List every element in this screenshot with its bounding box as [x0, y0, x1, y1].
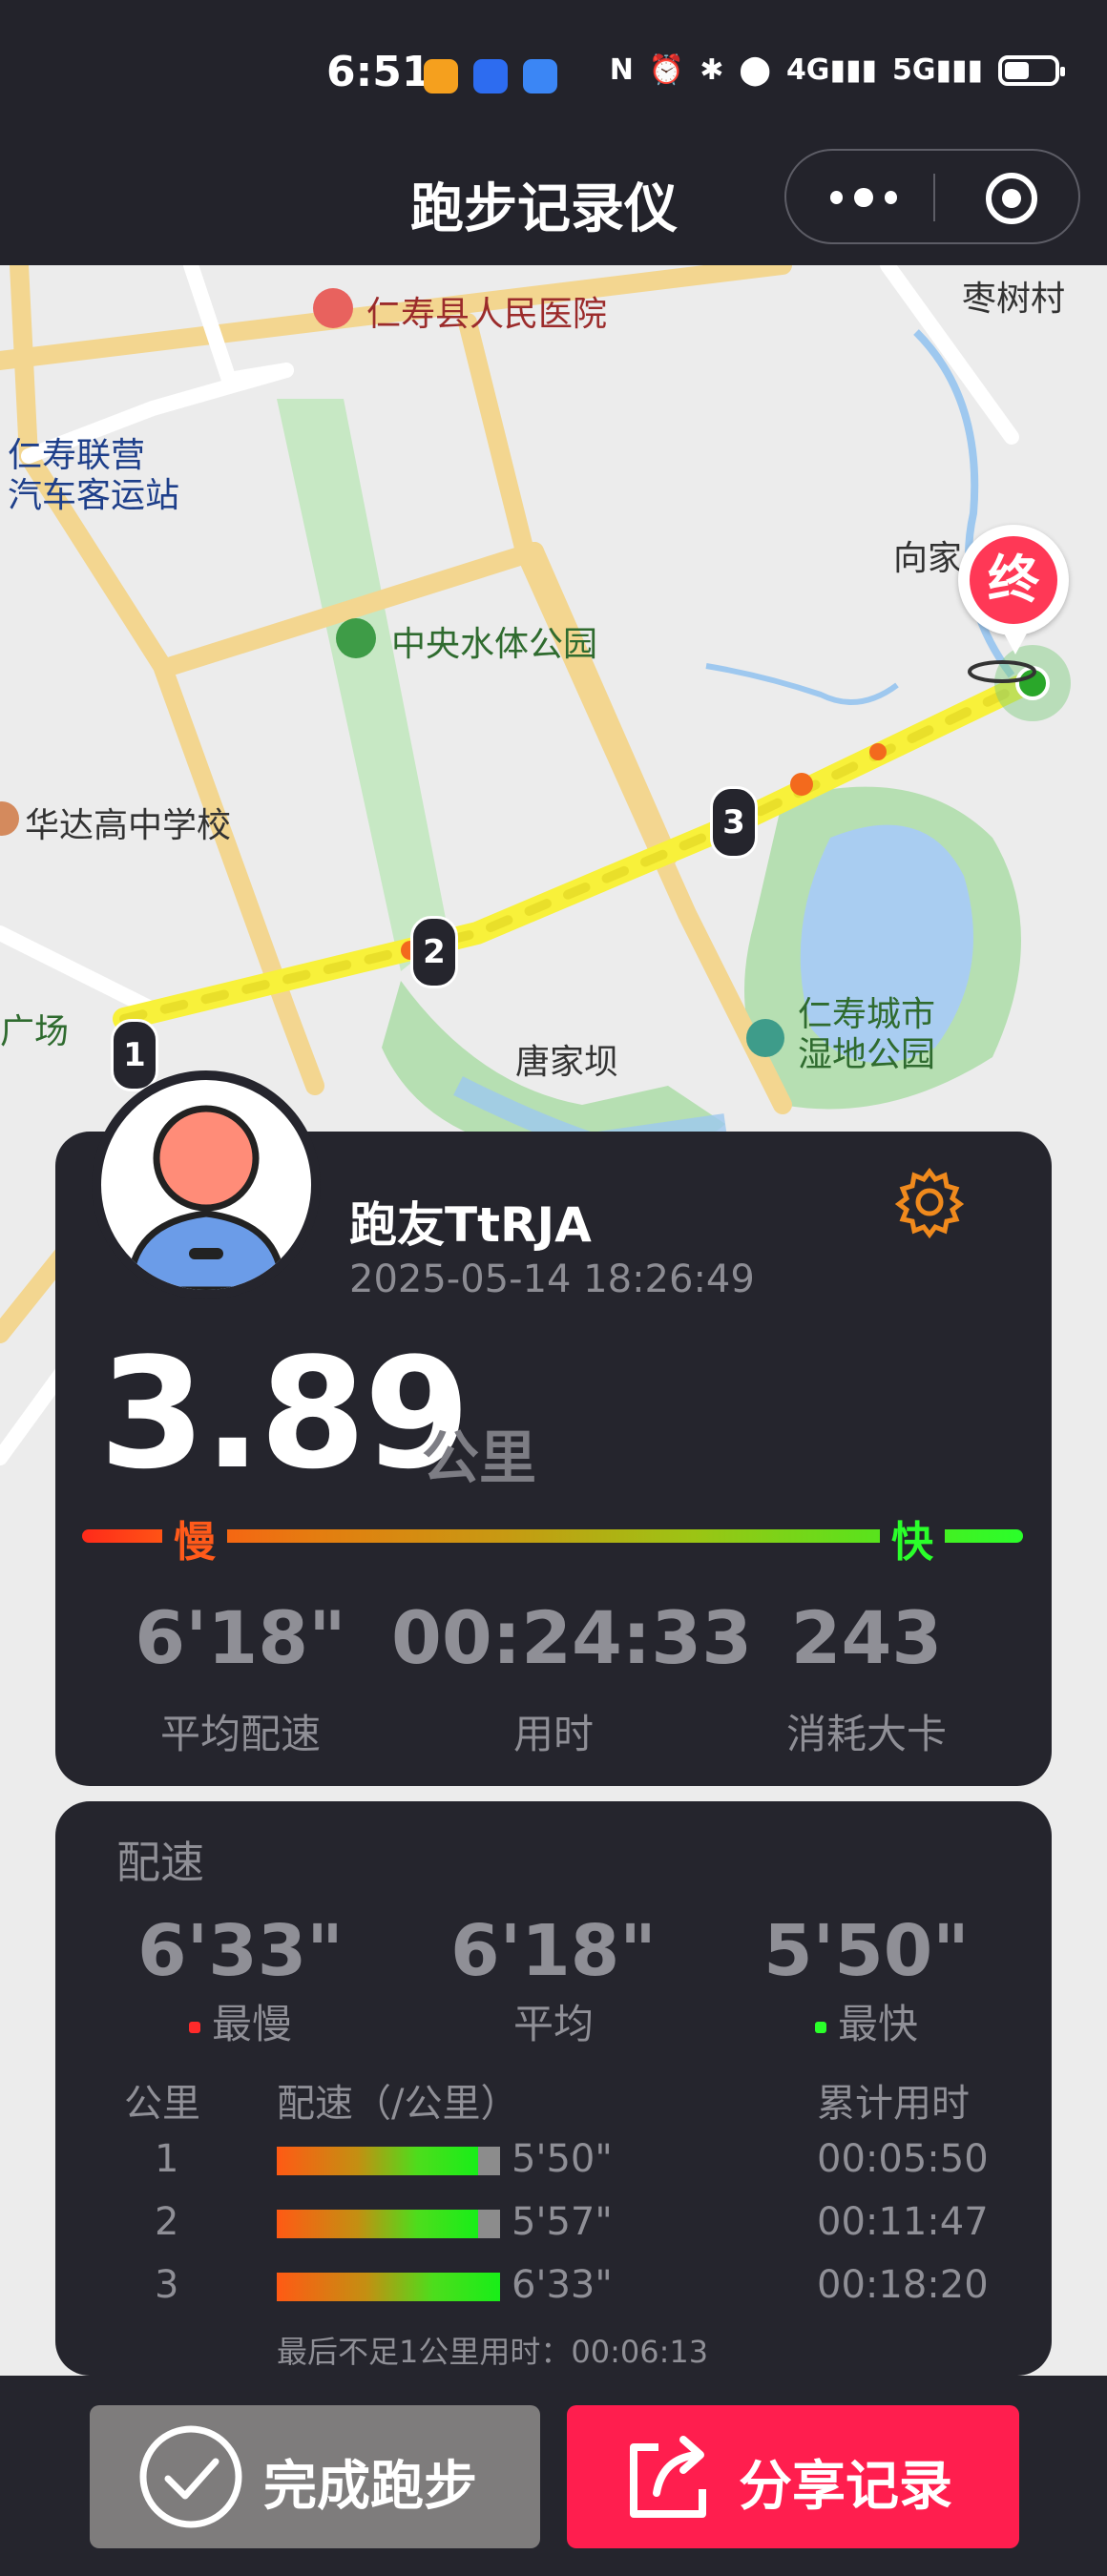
split-row-1-bar-fill: [277, 2147, 478, 2175]
map-label-bus-station-2: 汽车客运站: [8, 476, 180, 515]
username: 跑友TtRJA: [349, 1197, 592, 1253]
notification-app-icon-1: [424, 59, 458, 93]
map-label-plaza: 广场: [0, 1012, 70, 1051]
calories-value: 243: [790, 1595, 943, 1680]
avg-pace-label: 平均配速: [159, 1711, 321, 1757]
map-label-village: 枣树村: [962, 280, 1066, 319]
signal-4g-icon: 4G▮▮▮: [785, 53, 877, 87]
more-dots-icon[interactable]: [830, 183, 898, 212]
header-pace: 配速（/公里）: [277, 2082, 519, 2126]
mini-program-capsule: [784, 149, 1080, 244]
split-row-2-cumulative: 00:11:47: [817, 2200, 989, 2244]
slow-label: 慢: [162, 1507, 227, 1568]
pace-title: 配速: [116, 1837, 204, 1888]
slowest-pace-value: 6'33": [137, 1910, 344, 1992]
finish-run-button[interactable]: 完成跑步: [90, 2405, 540, 2548]
average-pace-value: 6'18": [450, 1910, 657, 1992]
fastest-dot: [814, 2021, 826, 2033]
target-icon[interactable]: [983, 170, 1040, 227]
map-label-hospital: 仁寿县人民医院: [366, 295, 608, 334]
user-avatar-icon: [126, 1105, 286, 1290]
split-row-2-bar-fill: [277, 2210, 478, 2238]
share-record-label: 分享记录: [739, 2456, 952, 2518]
alarm-icon: ⏰: [648, 53, 685, 87]
km-marker-3: 3: [710, 786, 758, 859]
split-row-2-bar: [277, 2210, 500, 2238]
map-label-xiangjia: 向家: [893, 539, 963, 578]
header-km: 公里: [124, 2082, 200, 2126]
split-row-1-cumulative: 00:05:50: [817, 2137, 989, 2181]
km-marker-2: 2: [410, 916, 458, 988]
map-label-tangjiaba: 唐家坝: [515, 1043, 619, 1082]
fastest-pace-label: 最快: [752, 1992, 981, 2050]
split-row-3-bar-fill: [277, 2273, 500, 2301]
status-bar: 6:51 N ⏰ ✱ ⬤ 4G▮▮▮ 5G▮▮▮: [0, 0, 1107, 143]
gear-icon[interactable]: [893, 1166, 966, 1238]
status-time: 6:51: [326, 48, 431, 96]
calories-label: 消耗大卡: [785, 1711, 947, 1757]
average-pace-label: 平均: [512, 2001, 594, 2047]
end-marker-label: 终: [970, 536, 1057, 624]
finish-run-label: 完成跑步: [263, 2456, 477, 2518]
end-marker-pointer: [1002, 630, 1029, 654]
end-marker: 终: [958, 525, 1069, 635]
signal-5g-icon: 5G▮▮▮: [891, 53, 983, 87]
map-label-wetland-2: 湿地公园: [798, 1035, 936, 1074]
avg-pace-value: 6'18": [135, 1595, 346, 1680]
split-row-3-km: 3: [155, 2263, 179, 2307]
map-label-school: 华达高中学校: [25, 806, 232, 845]
duration-label: 用时: [512, 1711, 594, 1757]
bluetooth-icon: ✱: [700, 53, 724, 87]
split-row-1-bar: [277, 2147, 500, 2175]
notification-app-icon-2: [473, 59, 508, 93]
split-row-3-bar: [277, 2273, 500, 2301]
split-row-1-pace: 5'50": [512, 2137, 613, 2181]
hospital-icon: [313, 288, 353, 328]
fastest-pace-value: 5'50": [763, 1910, 970, 1992]
scenic-icon: [746, 1019, 784, 1057]
location-icon: ⬤: [739, 53, 771, 87]
nfc-icon: N: [609, 53, 634, 87]
distance-value: 3.89: [99, 1324, 470, 1503]
split-row-2-km: 2: [155, 2200, 179, 2244]
last-partial-km-note: 最后不足1公里用时：00:06:13: [277, 2334, 709, 2370]
header-cumulative: 累计用时: [817, 2082, 970, 2126]
run-datetime: 2025-05-14 18:26:49: [349, 1257, 755, 1301]
slowest-pace-label: 最慢: [126, 1992, 355, 2050]
fast-label: 快: [880, 1507, 945, 1568]
km-marker-1: 1: [111, 1019, 158, 1091]
distance-unit: 公里: [422, 1425, 536, 1492]
split-row-1-km: 1: [155, 2137, 179, 2181]
duration-value: 00:24:33: [391, 1595, 753, 1680]
battery-icon: [998, 54, 1065, 86]
split-row-2-pace: 5'57": [512, 2200, 613, 2244]
split-row-3-cumulative: 00:18:20: [817, 2263, 989, 2307]
notification-game-icon: [523, 59, 557, 93]
status-icons: N ⏰ ✱ ⬤ 4G▮▮▮ 5G▮▮▮: [609, 53, 1065, 87]
park-icon: [336, 618, 376, 658]
share-icon: [630, 2436, 706, 2518]
avatar[interactable]: [92, 1070, 321, 1299]
capsule-divider: [933, 174, 935, 221]
map-label-park: 中央水体公园: [391, 625, 598, 664]
share-record-button[interactable]: 分享记录: [567, 2405, 1019, 2548]
split-row-3-pace: 6'33": [512, 2263, 613, 2307]
page-title: 跑步记录仪: [410, 178, 678, 240]
check-circle-icon: [139, 2425, 242, 2528]
slowest-dot: [188, 2021, 200, 2033]
title-bar: 跑步记录仪: [0, 143, 1107, 265]
